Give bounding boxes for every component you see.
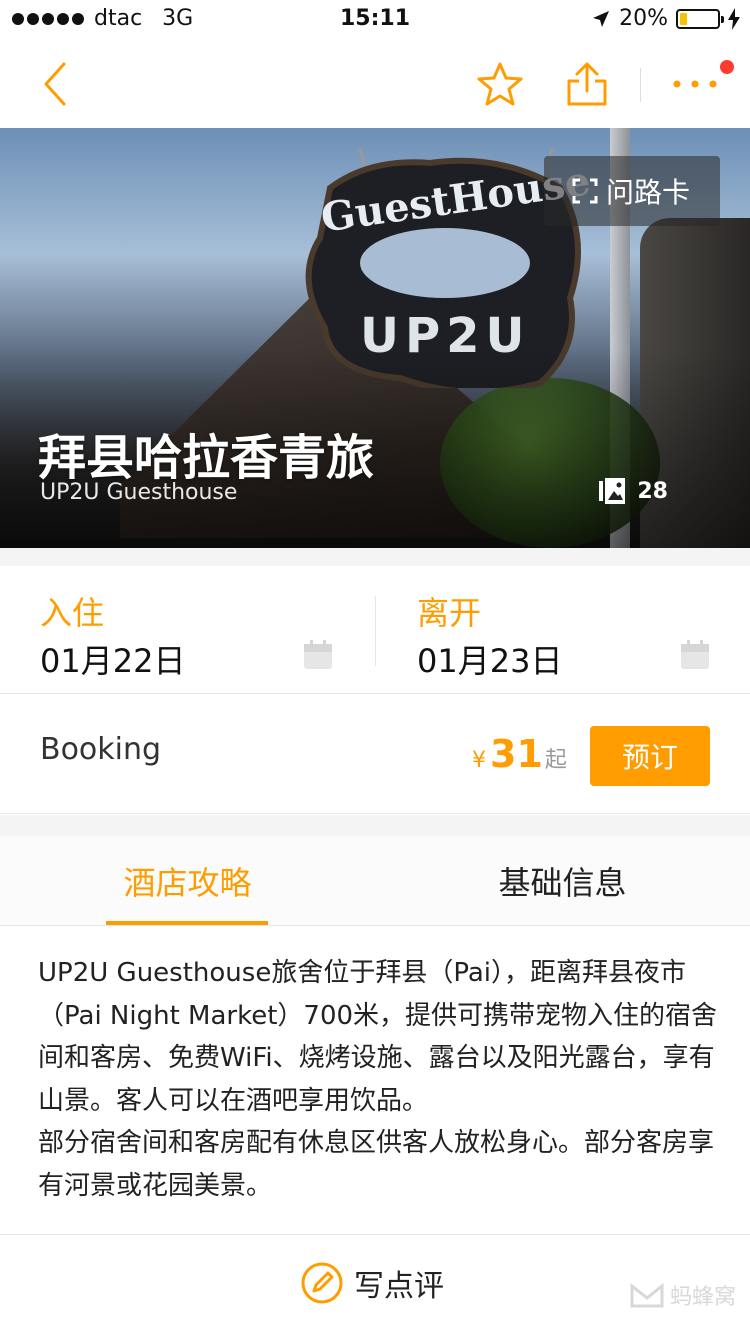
book-button[interactable]: 预订 (590, 726, 710, 786)
checkout-selector[interactable]: 离开 01月23日 (377, 566, 750, 694)
currency-symbol: ¥ (472, 748, 486, 773)
pen-icon (301, 1262, 343, 1304)
write-review-label: 写点评 (354, 1269, 444, 1304)
date-selector: 入住 01月22日 离开 01月23日 (0, 566, 750, 694)
status-right: 20% (591, 6, 740, 31)
price-value: 31 (490, 732, 543, 776)
photos-icon (599, 478, 626, 504)
mail-logo-icon (630, 1282, 664, 1308)
checkin-selector[interactable]: 入住 01月22日 (0, 566, 375, 694)
hero-image[interactable]: GuestHouse UP2U 问路卡 拜县哈拉香青旅 UP2U Guestho… (0, 128, 750, 548)
battery-icon (676, 8, 724, 29)
favorite-button[interactable] (465, 40, 535, 128)
checkout-label: 离开 (417, 594, 482, 632)
more-button[interactable] (660, 40, 730, 128)
hotel-title: 拜县哈拉香青旅 (38, 430, 375, 486)
photo-count: 28 (637, 478, 668, 504)
back-arrow-icon (44, 62, 66, 106)
location-arrow-icon (593, 10, 610, 27)
description-paragraph: 部分宿舍间和客房配有休息区供客人放松身心。部分客房享有河景或花园美景。 (38, 1128, 715, 1201)
section-gap (0, 548, 750, 566)
checkin-label: 入住 (40, 594, 105, 632)
active-tab-indicator (106, 921, 268, 925)
price-suffix: 起 (544, 748, 567, 773)
charging-icon (728, 7, 740, 30)
tab-basic-info[interactable]: 基础信息 (375, 836, 750, 926)
write-review-button[interactable]: 写点评 (300, 1261, 444, 1305)
description-paragraph: UP2U Guesthouse旅舍位于拜县（Pai），距离拜县夜市（Pai Ni… (38, 958, 718, 1116)
photo-count-button[interactable]: 28 (599, 478, 668, 504)
checkin-date: 01月22日 (40, 642, 186, 680)
calendar-icon (304, 640, 332, 669)
notification-dot (720, 60, 734, 74)
hotel-description: UP2U Guesthouse旅舍位于拜县（Pai），距离拜县夜市（Pai Ni… (38, 952, 718, 1232)
nav-bar (0, 40, 750, 128)
date-divider (375, 596, 376, 666)
section-gap (0, 815, 750, 836)
expand-icon (572, 178, 598, 204)
watermark: 蚂蜂窝 (630, 1279, 736, 1311)
map-card-label: 问路卡 (605, 176, 690, 209)
tab-hotel-guide[interactable]: 酒店攻略 (0, 836, 375, 926)
map-card-button[interactable]: 问路卡 (543, 156, 720, 226)
battery-percent: 20% (619, 6, 668, 31)
share-button[interactable] (552, 40, 622, 128)
tab-bar: 酒店攻略 基础信息 (0, 836, 750, 926)
calendar-icon (681, 640, 709, 669)
star-icon (477, 62, 523, 106)
booking-row: Booking ¥ 31 起 预订 (0, 694, 750, 814)
hotel-subtitle: UP2U Guesthouse (40, 480, 238, 505)
booking-provider: Booking (40, 732, 162, 767)
bottom-bar: 写点评 蚂蜂窝 (0, 1234, 750, 1334)
price: ¥ 31 起 (472, 732, 567, 776)
back-button[interactable] (20, 40, 90, 128)
nav-divider (640, 68, 641, 102)
watermark-text: 蚂蜂窝 (669, 1285, 736, 1310)
share-icon (567, 62, 607, 106)
checkout-date: 01月23日 (417, 642, 563, 680)
more-icon (673, 80, 717, 88)
status-bar: dtac 3G 15:11 20% (0, 0, 750, 40)
